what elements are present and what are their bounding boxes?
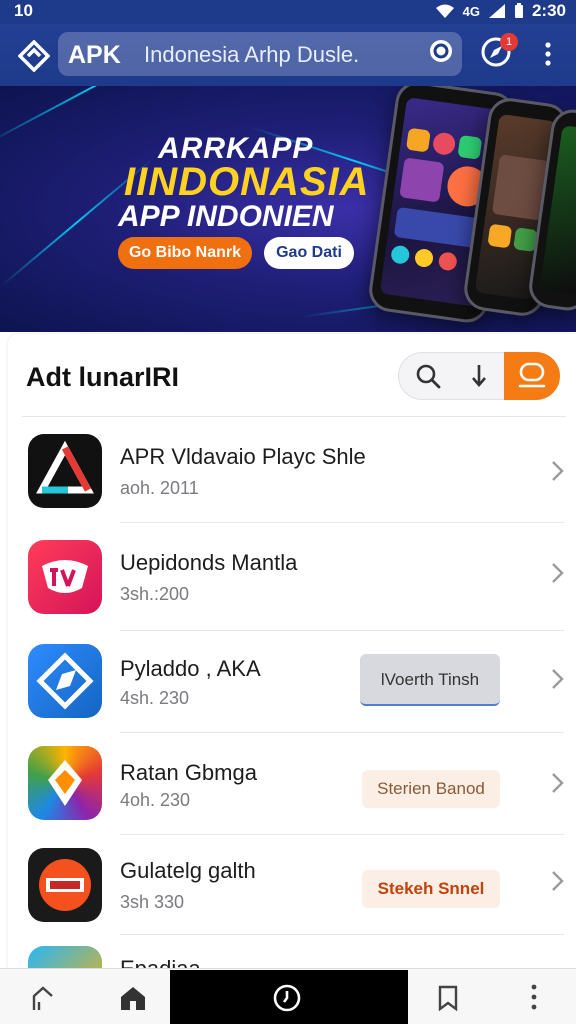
app-tile [399,157,445,203]
status-time: 2:30 [531,1,566,20]
divider [120,934,564,935]
app-action-button[interactable]: Sterien Banod [362,770,500,808]
bookmark-icon[interactable] [436,984,460,1012]
app-list-item[interactable]: Pyladdo , AKA 4sh. 230 lVoerth Tinsh [20,632,564,736]
app-tile [487,223,513,249]
app-tile [390,244,411,265]
status-icons: 4G 2:30 [435,1,566,21]
search-input[interactable]: Indonesia Arhp Dusle. [144,42,359,68]
section-title: Adt lunarIRI [26,362,179,392]
app-name: APR Vldavaio Playc Shle [120,444,366,469]
app-name: Ratan Gbmga [120,760,257,785]
clock-icon[interactable] [272,983,302,1013]
app-meta: 4sh. 230 [120,688,190,708]
app-meta: aoh. 2011 [120,478,199,498]
banner-primary-button[interactable]: Go Bibo Nanrk [118,237,252,269]
app-meta: 4oh. 230 [120,790,191,810]
chevron-right-icon [552,669,564,689]
tpip-logo-icon [39,859,91,911]
app-name: Epadiaa [120,956,201,968]
search-bar[interactable]: APK Indonesia Arhp Dusle. [58,32,462,76]
divider [120,630,564,631]
app-tile [437,251,458,272]
app-tile [431,131,457,157]
chevron-right-icon [552,773,564,793]
chevron-right-icon [552,461,564,481]
more-vert-icon[interactable] [526,982,542,1012]
more-vert-icon[interactable] [538,40,558,68]
app-name: Gulatelg galth [120,858,256,883]
divider [120,732,564,733]
blue-compass-icon [36,652,94,710]
red-badge-icon [42,560,88,593]
status-left-time: 10 [14,1,33,20]
network-label: 4G [462,3,480,19]
banner-title: IINDONASIA [124,160,370,204]
banner-tagline: APP INDONIEN [118,200,334,233]
search-icon[interactable] [414,362,442,390]
promo-banner[interactable]: ARRKAPP IINDONASIA APP INDONIEN Go Bibo … [0,86,576,332]
app-name: Uepidonds Mantla [120,550,298,575]
user-icon [518,362,546,388]
notification-badge: 1 [500,33,518,51]
account-button[interactable] [504,352,560,400]
app-list-item[interactable]: Ratan Gbmga 4oh. 230 Sterien Banod [20,734,564,838]
battery-icon [514,3,523,18]
back-icon[interactable] [30,984,56,1012]
app-meta: 3sh.:200 [120,584,190,604]
app-action-button[interactable]: lVoerth Tinsh [360,654,500,706]
camera-icon[interactable] [428,38,454,64]
blue-compass-icon [28,644,102,718]
wifi-icon [435,4,454,18]
home-icon[interactable] [118,984,148,1012]
colorful-gem-icon [28,746,102,820]
app-tile [405,127,431,153]
tpip-logo-icon [28,848,102,922]
app-list-item[interactable]: Uepidonds Mantla 3sh.:200 [20,524,564,628]
app-name: Pyladdo , AKA [120,656,261,681]
partial-app-icon [28,946,102,968]
apk-diamond-logo-icon[interactable] [18,40,50,72]
divider [120,522,564,523]
triangle-logo-icon [36,440,94,494]
app-list-item[interactable]: Epadiaa [20,938,560,968]
signal-icon [488,4,505,18]
app-tile [457,134,483,160]
divider [22,416,566,417]
download-icon[interactable] [466,362,492,390]
chevron-right-icon [552,563,564,583]
colorful-gem-icon [48,760,82,806]
triangle-logo-icon [28,434,102,508]
divider [120,834,564,835]
app-meta: 3sh 330 [120,892,185,912]
status-bar: 10 4G 2:30 [0,0,576,24]
app-list-item[interactable]: APR Vldavaio Playc Shle aoh. 2011 [20,418,564,522]
banner-secondary-button[interactable]: Gao Dati [264,237,354,269]
app-list-item[interactable]: Gulatelg galth 3sh 330 Stekeh Snnel [20,836,564,940]
app-tile [413,247,435,269]
app-action-button[interactable]: Stekeh Snnel [362,870,500,908]
chevron-right-icon [552,871,564,891]
red-badge-icon [28,540,102,614]
search-brand-label: APK [68,41,121,69]
